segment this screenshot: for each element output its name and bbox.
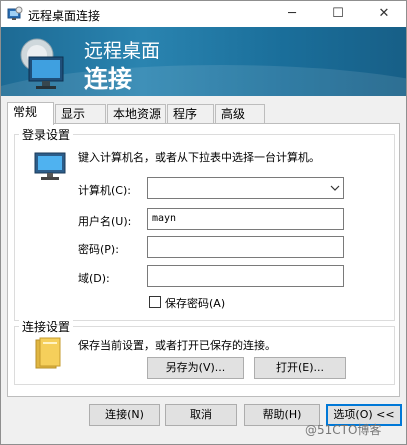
cancel-button[interactable]: 取消 (165, 404, 237, 426)
remote-desktop-window: 远程桌面连接 ─ ☐ ✕ 远程桌面 连接 常规 显示 本地资源 程序 高级 登录… (0, 0, 407, 445)
watermark-text: @51CTO博客 (305, 423, 382, 437)
tab-display[interactable]: 显示 (55, 104, 106, 124)
header-banner: 远程桌面 连接 (1, 27, 406, 96)
username-label: 用户名(U): (78, 215, 132, 228)
computer-label: 计算机(C): (78, 184, 131, 197)
banner-title-line2: 连接 (84, 64, 132, 93)
computer-combobox[interactable] (147, 177, 344, 199)
login-settings-title: 登录设置 (19, 126, 74, 143)
connection-settings-group: 连接设置 保存当前设置，或者打开已保存的连接。 另存为(V)... 打开(E).… (14, 318, 395, 385)
tab-general[interactable]: 常规 (7, 102, 54, 125)
title-bar[interactable]: 远程桌面连接 ─ ☐ ✕ (1, 1, 406, 27)
remote-desktop-banner-icon (20, 38, 64, 89)
save-as-button[interactable]: 另存为(V)... (147, 357, 244, 379)
minimize-button[interactable]: ─ (270, 1, 314, 27)
open-button[interactable]: 打开(E)... (254, 357, 346, 379)
tab-advanced[interactable]: 高级 (215, 104, 265, 124)
login-settings-group: 登录设置 键入计算机名，或者从下拉表中选择一台计算机。 计算机(C): 用户名(… (14, 126, 395, 321)
computer-icon (34, 152, 66, 180)
tab-local-resources[interactable]: 本地资源 (107, 104, 166, 124)
username-field[interactable]: mayn (147, 208, 344, 230)
general-tab-panel: 登录设置 键入计算机名，或者从下拉表中选择一台计算机。 计算机(C): 用户名(… (7, 123, 400, 397)
connect-button[interactable]: 连接(N) (89, 404, 160, 426)
window-title: 远程桌面连接 (28, 9, 101, 23)
tab-programs[interactable]: 程序 (167, 104, 214, 124)
password-label: 密码(P): (78, 243, 119, 256)
chevron-down-icon[interactable] (330, 183, 340, 193)
remote-desktop-app-icon (7, 6, 23, 20)
domain-field[interactable] (147, 265, 344, 287)
password-field[interactable] (147, 236, 344, 258)
save-password-label[interactable]: 保存密码(A) (165, 295, 225, 311)
close-button[interactable]: ✕ (362, 1, 406, 27)
maximize-button[interactable]: ☐ (316, 1, 360, 27)
save-password-checkbox[interactable] (149, 296, 161, 308)
domain-label: 域(D): (78, 272, 110, 285)
login-description: 键入计算机名，或者从下拉表中选择一台计算机。 (78, 151, 320, 164)
folder-icon (35, 337, 61, 369)
connection-settings-title: 连接设置 (19, 318, 74, 335)
connection-description: 保存当前设置，或者打开已保存的连接。 (78, 339, 276, 352)
